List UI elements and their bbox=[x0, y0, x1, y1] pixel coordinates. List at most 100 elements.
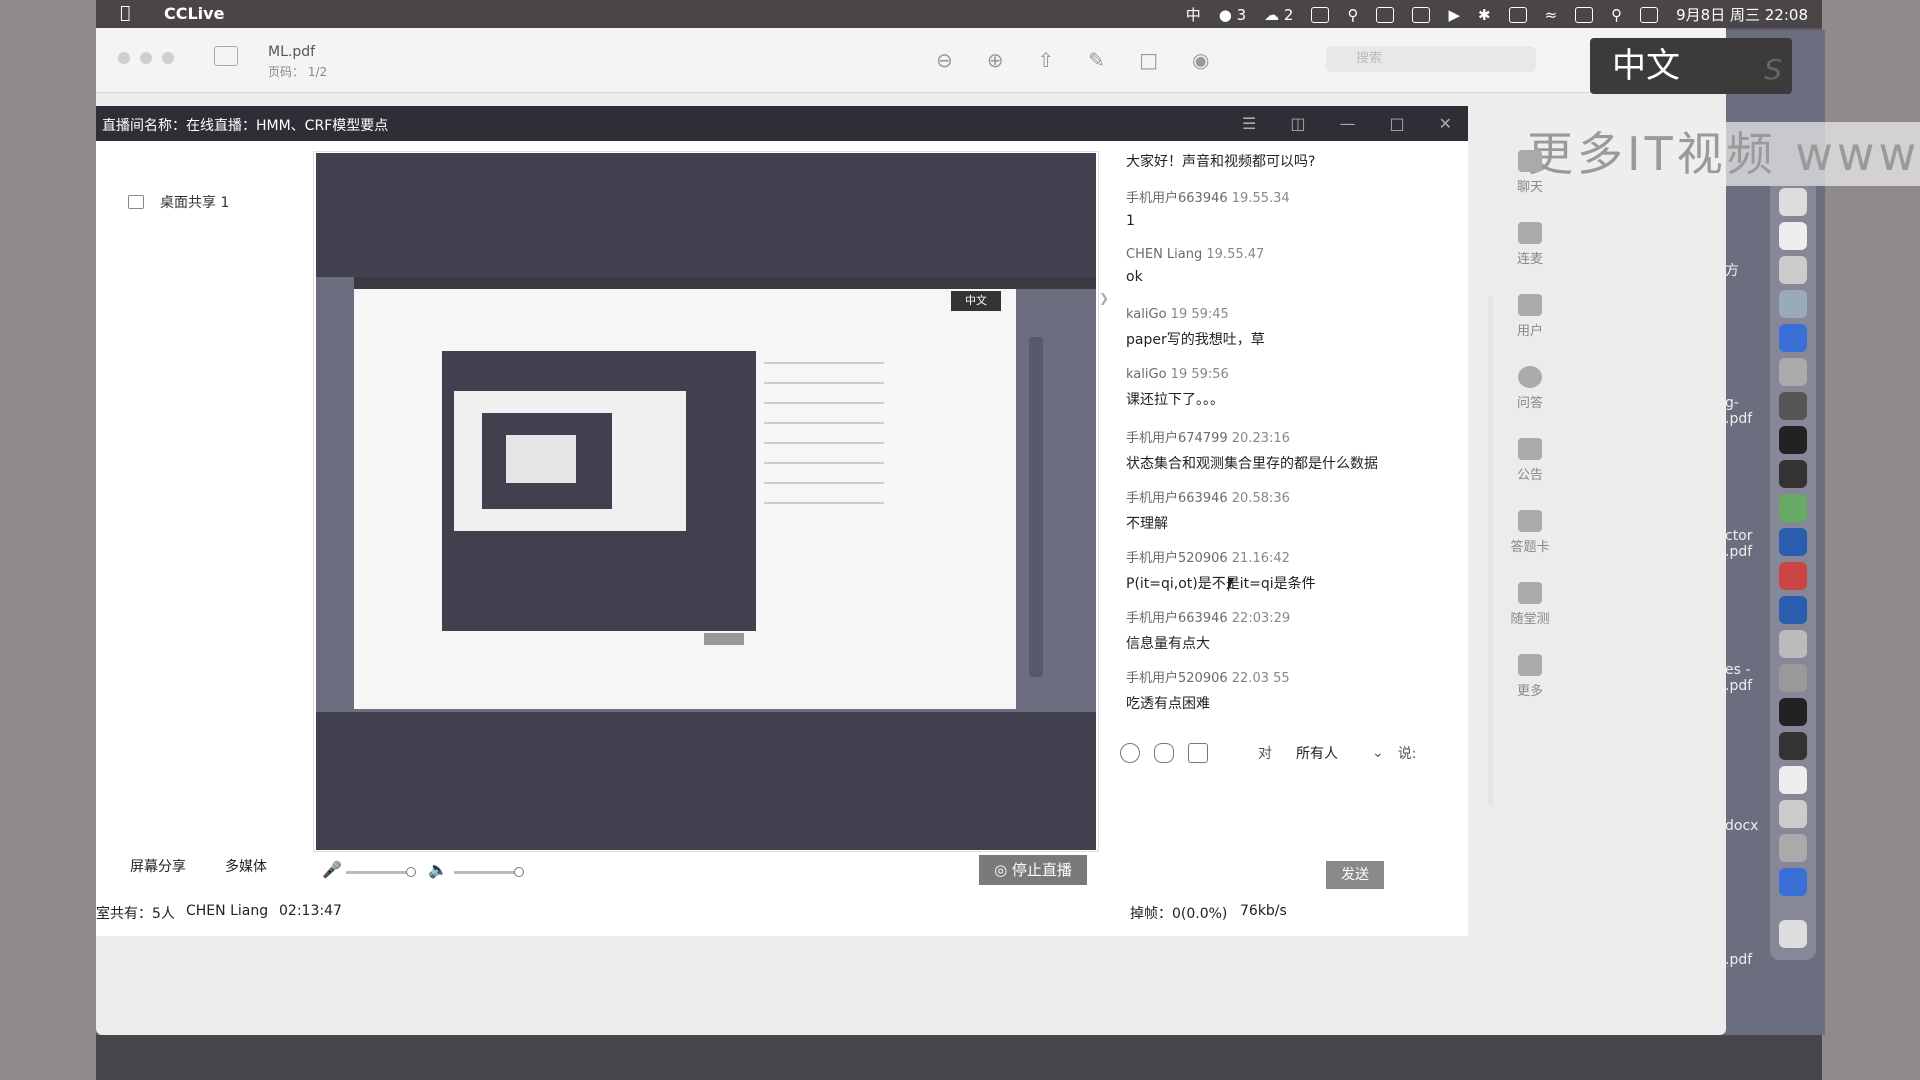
battery-icon[interactable] bbox=[1508, 6, 1527, 23]
markup-icon[interactable]: ✎ bbox=[1088, 48, 1105, 72]
chat-user[interactable]: kaliGo bbox=[1126, 367, 1167, 382]
chevron-down-icon[interactable]: ⌄ bbox=[1372, 745, 1384, 761]
apple-icon[interactable]:  bbox=[120, 3, 130, 23]
speaker-volume-slider[interactable] bbox=[454, 871, 520, 874]
chat-user[interactable]: 手机用户663946 bbox=[1126, 491, 1228, 506]
desktop-file[interactable]: es - .pdf bbox=[1725, 662, 1752, 694]
expand-chevron-icon[interactable]: ❯ bbox=[1099, 291, 1109, 321]
rail-notice[interactable]: 公告 bbox=[1502, 438, 1558, 483]
wechat-icon[interactable] bbox=[1779, 494, 1807, 522]
chat-user[interactable]: 手机用户663946 bbox=[1126, 611, 1228, 626]
rail-users[interactable]: 用户 bbox=[1502, 294, 1558, 339]
display-icon[interactable] bbox=[1376, 6, 1395, 23]
chat-user[interactable]: CHEN Liang bbox=[1126, 247, 1202, 262]
chat-user[interactable]: 手机用户674799 bbox=[1126, 431, 1228, 446]
stop-live-button[interactable]: ◎ 停止直播 bbox=[979, 855, 1087, 885]
chat-user[interactable]: 手机用户520906 bbox=[1126, 671, 1228, 686]
bubble-icon[interactable] bbox=[1154, 743, 1174, 763]
screen-share-button[interactable]: 屏幕分享 bbox=[130, 856, 186, 876]
app-icon[interactable] bbox=[1779, 732, 1807, 760]
rail-mic-link[interactable]: 连麦 bbox=[1502, 222, 1558, 267]
rail-label: 连麦 bbox=[1516, 252, 1543, 267]
zoom-in-icon[interactable]: ⊕ bbox=[987, 48, 1004, 72]
rail-quiz[interactable]: 随堂测 bbox=[1502, 582, 1558, 627]
pdf-search-field[interactable]: 搜索 bbox=[1326, 46, 1536, 72]
chat-user[interactable]: 手机用户520906 bbox=[1126, 551, 1228, 566]
powerpoint-icon[interactable] bbox=[1779, 562, 1807, 590]
app-icon[interactable] bbox=[1779, 256, 1807, 284]
zoom-out-icon[interactable]: ⊖ bbox=[936, 48, 953, 72]
clock[interactable]: 9月8日 周三 22:08 bbox=[1676, 4, 1808, 25]
desktop-bottom bbox=[96, 1035, 1822, 1080]
image-icon[interactable] bbox=[1188, 743, 1208, 763]
speaker-icon[interactable]: 🔈 bbox=[428, 860, 448, 879]
github-icon[interactable] bbox=[1779, 698, 1807, 726]
search-icon[interactable]: ⚲ bbox=[1347, 6, 1358, 24]
chat-user[interactable]: kaliGo bbox=[1126, 307, 1167, 322]
popout-icon[interactable]: ◫ bbox=[1290, 114, 1305, 133]
chat-user[interactable]: 手机用户663946 bbox=[1126, 191, 1228, 206]
menu-icon[interactable]: ☰ bbox=[1242, 114, 1256, 133]
send-button[interactable]: 发送 bbox=[1326, 861, 1384, 889]
rail-chat[interactable]: 聊天 bbox=[1502, 150, 1558, 195]
mic-icon[interactable]: 🎤 bbox=[322, 860, 342, 879]
rail-qa[interactable]: 问答 bbox=[1502, 366, 1558, 411]
rail-more[interactable]: 更多 bbox=[1502, 654, 1558, 699]
user-icon bbox=[1518, 294, 1542, 316]
close-button[interactable] bbox=[118, 52, 130, 64]
maximize-icon[interactable]: □ bbox=[1389, 114, 1404, 133]
calendar-icon[interactable] bbox=[1779, 222, 1807, 250]
desktop-file[interactable]: 方 bbox=[1725, 260, 1739, 280]
rail-answer-card[interactable]: 答题卡 bbox=[1502, 510, 1558, 555]
app-name[interactable]: CCLive bbox=[164, 4, 224, 23]
video-stage[interactable]: 中文 bbox=[316, 153, 1096, 850]
app-icon[interactable] bbox=[1779, 800, 1807, 828]
wifi-icon[interactable]: ≈ bbox=[1545, 6, 1558, 24]
close-icon[interactable]: ✕ bbox=[1439, 114, 1452, 133]
recipient-select[interactable]: 所有人 bbox=[1296, 743, 1338, 763]
ime-indicator[interactable]: 中 bbox=[1186, 4, 1201, 25]
app-icon[interactable] bbox=[1311, 6, 1330, 23]
control-center-icon[interactable] bbox=[1640, 6, 1659, 23]
vscode-icon[interactable] bbox=[1779, 324, 1807, 352]
spotlight-icon[interactable]: ⚲ bbox=[1611, 6, 1622, 24]
sidebar-toggle-icon[interactable] bbox=[214, 46, 238, 66]
speaker-slider-knob[interactable] bbox=[514, 867, 524, 877]
mic-volume-slider[interactable] bbox=[346, 871, 412, 874]
mic-slider-knob[interactable] bbox=[406, 867, 416, 877]
app-icon[interactable] bbox=[1779, 834, 1807, 862]
sync-icon[interactable] bbox=[1575, 6, 1594, 23]
emoji-icon[interactable] bbox=[1120, 743, 1140, 763]
typora-icon[interactable] bbox=[1779, 766, 1807, 794]
app-icon[interactable] bbox=[1779, 358, 1807, 386]
app-icon[interactable] bbox=[1779, 290, 1807, 318]
wechat-icon[interactable]: ☁ 2 bbox=[1264, 6, 1293, 24]
app-icon[interactable] bbox=[1779, 630, 1807, 658]
share-icon[interactable]: ⇧ bbox=[1038, 48, 1055, 72]
trash-icon[interactable] bbox=[1779, 920, 1807, 948]
app-icon[interactable] bbox=[1779, 868, 1807, 896]
minimize-icon[interactable]: — bbox=[1339, 114, 1355, 133]
rotate-icon[interactable]: □ bbox=[1139, 48, 1158, 72]
desktop-file[interactable]: g- .pdf bbox=[1725, 395, 1752, 427]
share-list-item[interactable]: 桌面共享 1 bbox=[128, 192, 229, 212]
play-icon[interactable]: ▶ bbox=[1448, 6, 1460, 24]
multimedia-button[interactable]: 多媒体 bbox=[225, 856, 267, 876]
desktop-file[interactable]: docx bbox=[1725, 818, 1758, 834]
window-icon[interactable] bbox=[1412, 6, 1431, 23]
word-icon[interactable] bbox=[1779, 528, 1807, 556]
qq-icon[interactable] bbox=[1779, 460, 1807, 488]
zoom-button[interactable] bbox=[162, 52, 174, 64]
desktop-file[interactable]: .pdf bbox=[1725, 952, 1752, 968]
annotate-icon[interactable]: ◉ bbox=[1192, 48, 1209, 72]
app-icon[interactable] bbox=[1779, 392, 1807, 420]
outlook-icon[interactable] bbox=[1779, 596, 1807, 624]
terminal-icon[interactable] bbox=[1779, 426, 1807, 454]
app-icon[interactable] bbox=[1779, 664, 1807, 692]
chrome-icon[interactable] bbox=[1779, 188, 1807, 216]
desktop-file[interactable]: ctor .pdf bbox=[1725, 528, 1753, 560]
notification-icon[interactable]: ● 3 bbox=[1219, 6, 1246, 24]
bluetooth-icon[interactable]: ✱ bbox=[1478, 6, 1491, 24]
minimize-button[interactable] bbox=[140, 52, 152, 64]
chat-scrollbar[interactable] bbox=[1488, 296, 1493, 806]
